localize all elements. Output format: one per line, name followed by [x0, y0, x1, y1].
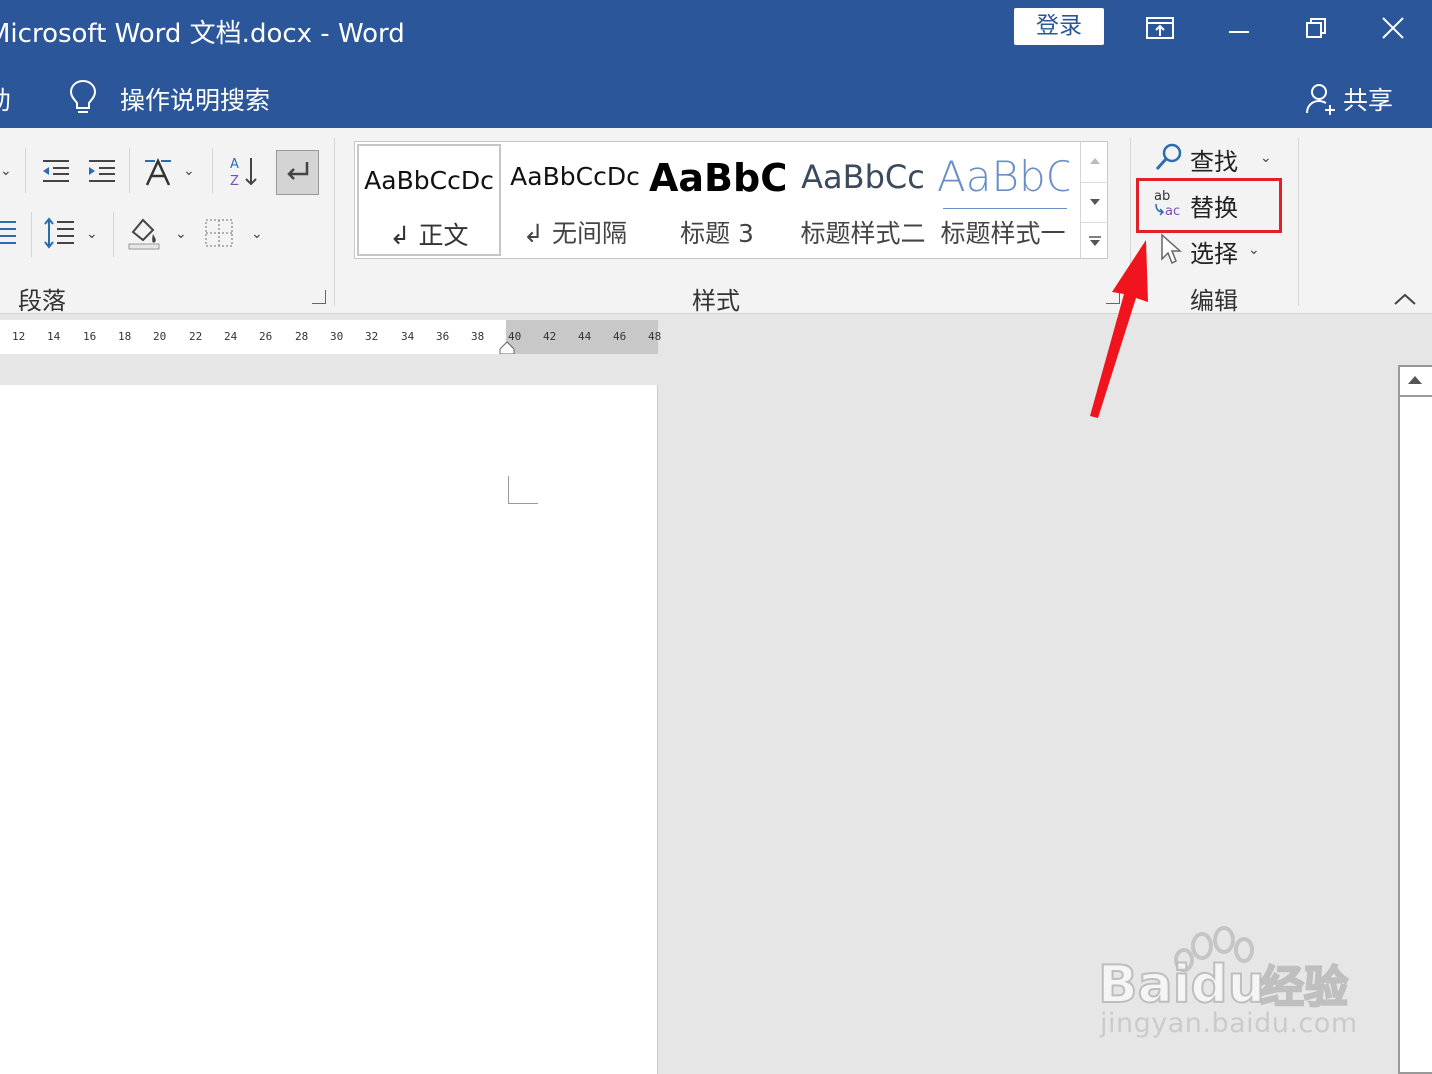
ruler-tick: 28 [295, 330, 309, 343]
ruler-tick: 26 [259, 330, 273, 343]
divider [113, 212, 114, 257]
style-no-spacing[interactable]: AaBbCcDc ↲ 无间隔 [503, 142, 647, 258]
shading-icon[interactable] [124, 212, 164, 252]
ruler-tick: 14 [47, 330, 61, 343]
style-normal[interactable]: AaBbCcDc ↲ 正文 [357, 144, 501, 256]
borders-icon[interactable] [200, 214, 238, 252]
window-title: Microsoft Word 文档.docx - Word [0, 19, 405, 49]
style-preview: AaBbC [649, 156, 785, 200]
red-arrow-annotation [1090, 240, 1148, 418]
watermark-url: jingyan.baidu.com [1100, 1008, 1358, 1039]
vertical-scrollbar[interactable] [1398, 365, 1432, 1074]
decrease-indent-icon[interactable] [36, 152, 74, 190]
ruler-tick: 24 [224, 330, 238, 343]
share-button[interactable]: 共享 [1343, 81, 1393, 117]
align-justify-icon[interactable] [0, 216, 18, 250]
chevron-down-icon[interactable]: ⌄ [175, 226, 187, 242]
style-heading-3[interactable]: AaBbC 标题 3 [649, 142, 785, 258]
collapse-ribbon-icon[interactable] [1392, 290, 1418, 308]
style-heading-two[interactable]: AaBbCc 标题样式二 [791, 142, 935, 258]
divider [31, 212, 32, 257]
close-icon[interactable] [1373, 10, 1413, 46]
sort-icon[interactable]: AZ [224, 152, 262, 190]
ruler-tick: 34 [401, 330, 415, 343]
style-heading-one[interactable]: AaBbC 标题样式一 [937, 142, 1069, 258]
ruler-tick: 48 [648, 330, 662, 343]
ribbon-display-options-icon[interactable] [1140, 10, 1180, 46]
ruler-tick: 38 [471, 330, 485, 343]
chevron-down-icon[interactable]: ⌄ [183, 163, 195, 179]
style-name: ↲ 无间隔 [523, 219, 627, 248]
divider [129, 148, 130, 193]
ruler-tick: 20 [153, 330, 167, 343]
group-separator [1298, 138, 1299, 306]
watermark-brand-cn: 经验 [1260, 962, 1348, 1013]
divider [25, 148, 26, 193]
svg-text:A: A [230, 157, 239, 172]
ruler-tick: 36 [436, 330, 450, 343]
gallery-scroll-down-icon[interactable] [1081, 182, 1108, 220]
paragraph-dialog-launcher-icon[interactable] [312, 290, 326, 304]
minimize-icon[interactable] [1219, 10, 1259, 46]
tab-help[interactable]: 助 [0, 81, 11, 117]
document-page[interactable] [0, 385, 658, 1074]
style-name: 标题 3 [680, 219, 754, 248]
chevron-down-icon[interactable]: ⌄ [1260, 150, 1272, 166]
tell-me-search-label[interactable]: 操作说明搜索 [120, 81, 270, 117]
ruler-tick: 32 [365, 330, 379, 343]
ruler-tick: 46 [613, 330, 627, 343]
increase-indent-icon[interactable] [82, 152, 120, 190]
divider [212, 148, 213, 193]
login-button[interactable]: 登录 [1014, 8, 1104, 45]
group-label-paragraph: 段落 [18, 287, 66, 315]
group-label-editing: 编辑 [1190, 287, 1238, 315]
style-preview: AaBbC [937, 152, 1069, 201]
asian-layout-icon[interactable] [138, 152, 178, 190]
ruler-tick: 18 [118, 330, 132, 343]
style-preview: AaBbCcDc [364, 166, 494, 195]
line-spacing-icon[interactable] [40, 214, 78, 252]
find-magnifier-icon[interactable] [1152, 140, 1186, 174]
group-separator [334, 138, 335, 306]
restore-icon[interactable] [1296, 10, 1336, 46]
ruler-tick: 16 [83, 330, 97, 343]
group-label-styles: 样式 [692, 287, 740, 315]
watermark-brand: Baidu [1098, 955, 1265, 1015]
find-button[interactable]: 查找 [1190, 142, 1238, 177]
select-button[interactable]: 选择 [1190, 234, 1238, 269]
select-cursor-icon[interactable] [1156, 232, 1184, 266]
style-preview: AaBbCcDc [510, 162, 640, 191]
style-name: ↲ 正文 [389, 221, 469, 250]
lightbulb-icon[interactable] [66, 78, 100, 116]
ruler-gap [0, 354, 658, 384]
ruler-tick: 44 [578, 330, 592, 343]
gallery-scroll-up-icon[interactable] [1081, 142, 1108, 180]
style-name: 标题样式一 [940, 219, 1066, 248]
text-boundary-corner [508, 476, 538, 504]
scroll-up-icon[interactable] [1398, 365, 1432, 397]
styles-gallery: AaBbCcDc ↲ 正文 AaBbCcDc ↲ 无间隔 AaBbC 标题 3 … [354, 141, 1108, 259]
chevron-down-icon[interactable]: ⌄ [0, 163, 12, 179]
ruler-ticks: 12 14 16 18 20 22 24 26 28 30 32 34 36 3… [0, 320, 662, 354]
svg-text:Z: Z [230, 174, 239, 188]
ruler-tick: 12 [12, 330, 26, 343]
chevron-down-icon[interactable]: ⌄ [251, 226, 263, 242]
style-underline [943, 208, 1067, 209]
ruler-tick: 42 [543, 330, 557, 343]
replace-highlight-box [1136, 178, 1282, 233]
style-preview: AaBbCc [801, 158, 925, 196]
chevron-down-icon[interactable]: ⌄ [86, 226, 98, 242]
style-name: 标题样式二 [800, 219, 926, 248]
share-person-icon[interactable] [1304, 81, 1338, 117]
chevron-down-icon[interactable]: ⌄ [1248, 242, 1260, 258]
ruler-tick: 30 [330, 330, 344, 343]
show-hide-marks-icon[interactable] [276, 150, 319, 195]
ruler-tick: 22 [189, 330, 203, 343]
